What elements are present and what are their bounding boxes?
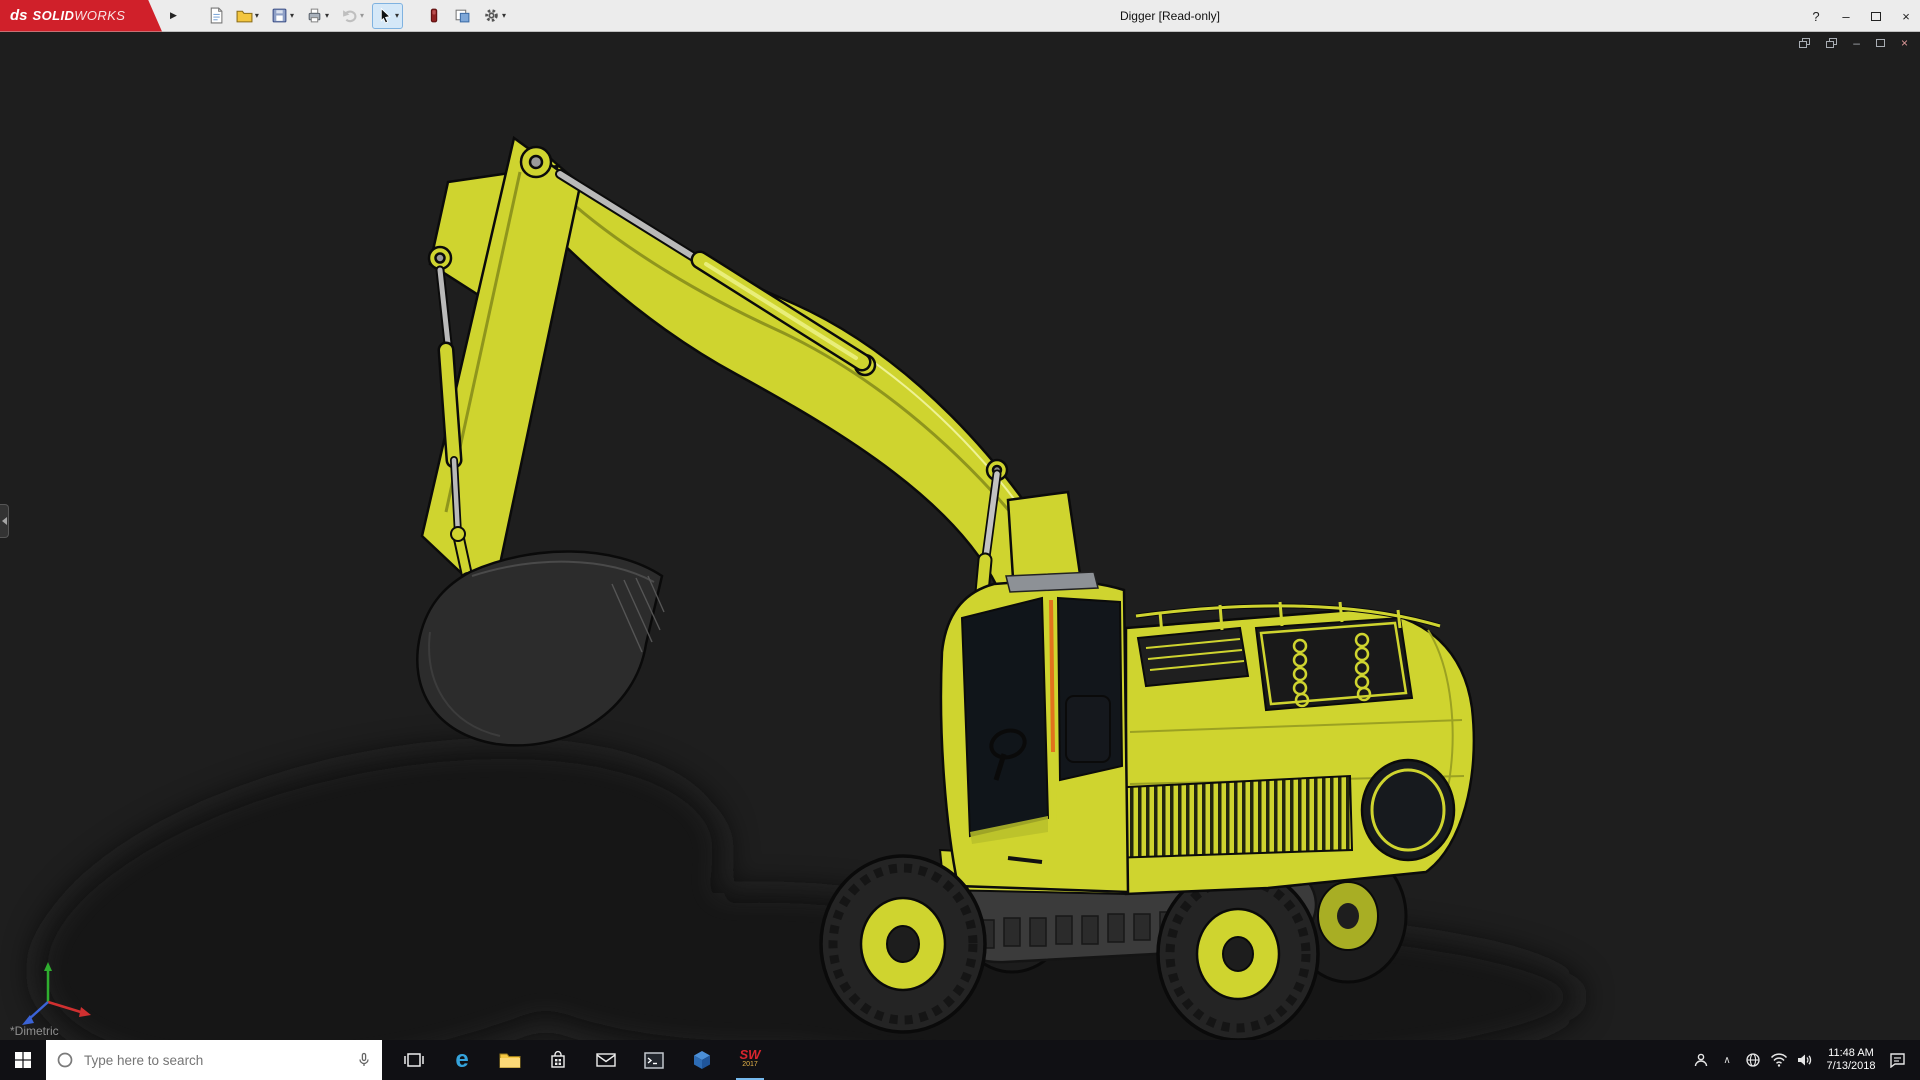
collapse-arrow-icon <box>1 517 7 525</box>
graphics-viewport[interactable]: – × *Dimetric <box>0 32 1920 1040</box>
menu-flyout-arrow-icon[interactable]: ▶ <box>170 10 177 21</box>
open-button[interactable]: ▾ <box>232 3 263 29</box>
cortana-icon <box>57 1052 73 1068</box>
view-settings-button[interactable] <box>450 3 475 29</box>
solidworks-2017-icon: SW 2017 <box>739 1047 761 1068</box>
print-button[interactable]: ▾ <box>302 3 333 29</box>
help-button[interactable]: ? <box>1808 9 1824 24</box>
select-cursor-icon <box>380 7 391 24</box>
app-console[interactable] <box>630 1040 678 1080</box>
solidworks-logo: ds SOLIDWORKS <box>0 0 162 32</box>
doc-cascade-icon-2[interactable] <box>1826 38 1838 48</box>
app-mail[interactable] <box>582 1040 630 1080</box>
ds-logo-icon: ds <box>10 7 28 24</box>
excavator-bucket <box>416 550 665 747</box>
undo-dropdown-arrow-icon[interactable]: ▾ <box>360 11 364 20</box>
taskbar-search[interactable] <box>46 1040 382 1080</box>
start-button[interactable] <box>0 1040 46 1080</box>
action-center-icon[interactable] <box>1884 1052 1910 1068</box>
file-explorer-icon <box>499 1053 521 1068</box>
maximize-button[interactable] <box>1868 9 1884 24</box>
standard-toolbar: ▾ ▾ ▾ ▾ ▾ ▾ <box>203 2 510 29</box>
new-document-button[interactable] <box>203 3 228 29</box>
taskbar-apps: e SW 2017 <box>390 1040 774 1080</box>
undo-button[interactable]: ▾ <box>337 3 368 29</box>
app-solidworks-2017[interactable]: SW 2017 <box>726 1040 774 1080</box>
solidworks-titlebar: ds SOLIDWORKS ▶ ▾ ▾ ▾ ▾ ▾ ▾ Digger [Read… <box>0 0 1920 32</box>
save-dropdown-arrow-icon[interactable]: ▾ <box>290 11 294 20</box>
maximize-icon <box>1871 11 1881 21</box>
solidworks-wordmark: SOLIDWORKS <box>32 7 126 23</box>
edge-icon: e <box>455 1046 469 1073</box>
doc-minimize-button[interactable]: – <box>1853 36 1860 50</box>
open-icon <box>236 10 253 23</box>
app-store[interactable] <box>534 1040 582 1080</box>
task-view-icon <box>404 1053 424 1067</box>
document-window-controls: – × <box>1799 36 1908 50</box>
3d-model-digger[interactable] <box>0 32 1920 1040</box>
doc-close-button[interactable]: × <box>1901 36 1908 50</box>
view-settings-icon <box>455 9 470 23</box>
excavator-cab <box>939 571 1130 894</box>
tray-overflow-chevron-icon[interactable]: ∧ <box>1714 1055 1740 1066</box>
volume-icon[interactable] <box>1792 1053 1818 1067</box>
doc-restore-button[interactable] <box>1875 36 1885 50</box>
wifi-icon[interactable] <box>1766 1053 1792 1067</box>
task-view-button[interactable] <box>390 1040 438 1080</box>
print-dropdown-arrow-icon[interactable]: ▾ <box>325 11 329 20</box>
print-icon <box>308 8 321 23</box>
clock-date: 7/13/2018 <box>1826 1060 1876 1072</box>
undo-icon <box>343 10 357 23</box>
appearance-button[interactable] <box>421 3 446 29</box>
excavator-boom <box>420 135 1084 605</box>
options-gear-icon <box>485 9 498 22</box>
view-orientation-label: *Dimetric <box>10 1024 59 1038</box>
new-document-icon <box>210 7 223 24</box>
save-icon <box>272 8 287 23</box>
app-edrawings[interactable] <box>678 1040 726 1080</box>
network-globe-icon[interactable] <box>1740 1052 1766 1068</box>
save-button[interactable]: ▾ <box>267 3 298 29</box>
doc-restore-icon <box>1875 39 1885 47</box>
blue-cube-icon <box>694 1051 710 1069</box>
windows-taskbar: e <box>0 1040 1920 1080</box>
console-icon <box>644 1051 664 1069</box>
clock-time: 11:48 AM <box>1828 1047 1874 1059</box>
front-left-wheel <box>819 854 987 1034</box>
doc-cascade-icon[interactable] <box>1799 38 1811 48</box>
document-title: Digger [Read-only] <box>1119 9 1221 23</box>
microphone-icon[interactable] <box>356 1052 372 1068</box>
search-input[interactable] <box>82 1051 348 1069</box>
taskbar-clock[interactable]: 11:48 AM 7/13/2018 <box>1818 1047 1884 1073</box>
app-file-explorer[interactable] <box>486 1040 534 1080</box>
appearance-icon <box>430 8 438 23</box>
mail-icon <box>596 1053 616 1067</box>
window-controls: ? – × <box>1808 0 1914 32</box>
system-tray: ∧ 11:48 AM 7/13/2018 <box>1688 1040 1920 1080</box>
open-dropdown-arrow-icon[interactable]: ▾ <box>255 11 259 20</box>
options-button[interactable]: ▾ <box>479 3 510 29</box>
windows-logo-icon <box>15 1052 31 1068</box>
options-dropdown-arrow-icon[interactable]: ▾ <box>502 11 506 20</box>
close-button[interactable]: × <box>1898 9 1914 24</box>
rear-left-wheel <box>1156 866 1320 1040</box>
feature-pane-collapse-tab[interactable] <box>0 504 9 538</box>
select-button[interactable]: ▾ <box>371 2 403 29</box>
store-icon <box>551 1050 565 1068</box>
app-edge[interactable]: e <box>438 1040 486 1080</box>
minimize-button[interactable]: – <box>1838 9 1854 24</box>
select-dropdown-arrow-icon[interactable]: ▾ <box>395 11 399 20</box>
people-tray-icon[interactable] <box>1688 1052 1714 1068</box>
